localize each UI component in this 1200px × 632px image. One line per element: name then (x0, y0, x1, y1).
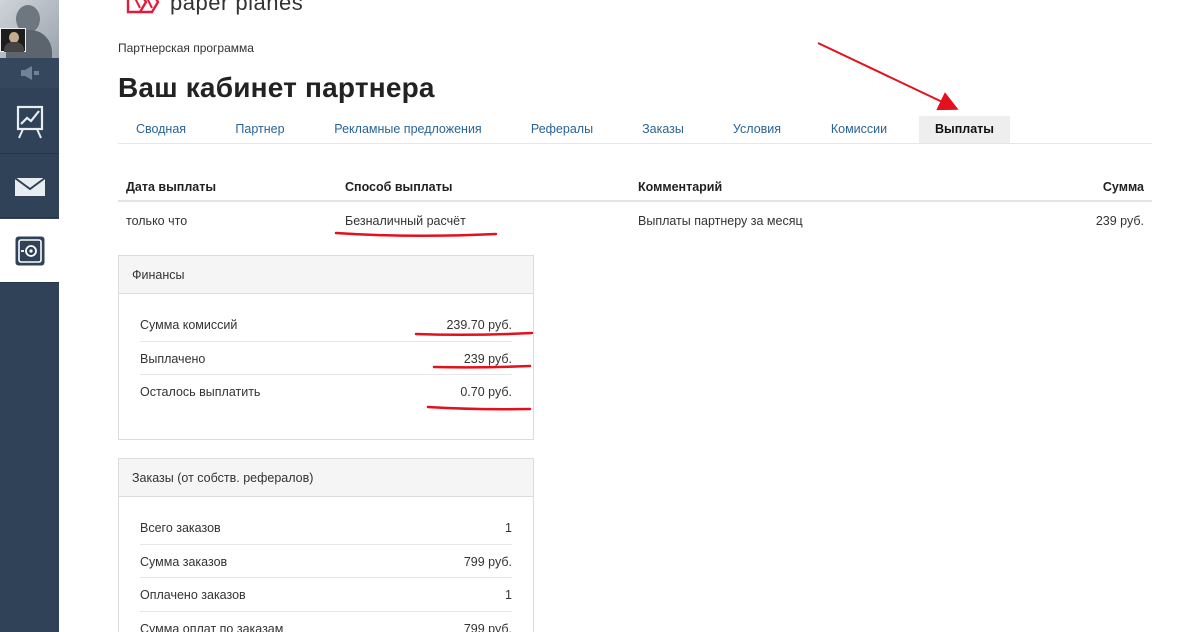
sidebar-item-mail[interactable] (0, 156, 59, 218)
list-item: Выплачено 239 руб. (140, 342, 512, 375)
orders-value: 799 руб. (463, 554, 512, 569)
header-date: Дата выплаты (126, 180, 217, 194)
list-item: Сумма оплат по заказам 799 руб. (140, 612, 512, 632)
finance-label: Осталось выплатить (140, 385, 261, 399)
sidebar-item-partner[interactable] (0, 219, 59, 283)
finance-label: Выплачено (140, 351, 206, 366)
finance-panel-title: Финансы (119, 256, 533, 294)
logo[interactable]: paper planes (126, 0, 303, 16)
table-header: Дата выплаты Способ выплаты Комментарий … (118, 172, 1152, 202)
list-item: Сумма заказов 799 руб. (140, 545, 512, 578)
header-amount: Сумма (1102, 180, 1144, 194)
tab-referrals[interactable]: Рефералы (518, 116, 606, 143)
list-item: Оплачено заказов 1 (140, 578, 512, 612)
tab-conditions[interactable]: Условия (720, 116, 794, 143)
orders-value: 799 руб. (463, 621, 512, 632)
page-title: Ваш кабинет партнера (118, 72, 435, 103)
logo-text: paper planes (170, 0, 304, 15)
avatar[interactable] (0, 0, 59, 58)
orders-label: Всего заказов (140, 521, 221, 535)
finance-value: 0.70 руб. (460, 385, 512, 399)
orders-label: Оплачено заказов (140, 588, 246, 602)
finance-panel: Финансы Сумма комиссий 239.70 руб. Выпла… (118, 255, 534, 440)
tab-orders[interactable]: Заказы (630, 116, 696, 143)
cell-method: Безналичный расчёт (345, 214, 466, 228)
tab-ad-offers[interactable]: Рекламные предложения (323, 116, 493, 143)
header-comment: Комментарий (638, 180, 723, 194)
tab-bar: Сводная Партнер Рекламные предложения Ре… (118, 116, 1152, 144)
tab-summary[interactable]: Сводная (118, 116, 204, 143)
cell-comment: Выплаты партнеру за месяц (638, 214, 803, 228)
orders-value: 1 (505, 521, 512, 535)
orders-label: Сумма заказов (140, 554, 228, 569)
finance-value: 239 руб. (463, 351, 512, 366)
paper-planes-logo-icon (126, 0, 160, 14)
mail-icon (13, 176, 46, 196)
chart-icon (16, 105, 43, 138)
header-method: Способ выплаты (345, 180, 453, 194)
table-row: только что Безналичный расчёт Выплаты па… (118, 202, 1152, 236)
orders-value: 1 (505, 588, 512, 602)
orders-label: Сумма оплат по заказам (140, 621, 284, 632)
payments-table: Дата выплаты Способ выплаты Комментарий … (118, 172, 1152, 236)
tab-payouts[interactable]: Выплаты (919, 116, 1010, 143)
finance-value: 239.70 руб. (446, 318, 512, 332)
tab-partner[interactable]: Партнер (220, 116, 300, 143)
tab-commissions[interactable]: Комиссии (818, 116, 900, 143)
orders-panel-title: Заказы (от собств. рефералов) (119, 459, 533, 497)
finance-label: Сумма комиссий (140, 318, 238, 332)
list-item: Сумма комиссий 239.70 руб. (140, 308, 512, 342)
list-item: Осталось выплатить 0.70 руб. (140, 375, 512, 409)
safe-icon (15, 236, 44, 265)
orders-panel: Заказы (от собств. рефералов) Всего зака… (118, 458, 534, 632)
cell-amount: 239 руб. (1095, 214, 1144, 228)
breadcrumb[interactable]: Партнерская программа (118, 41, 254, 55)
sidebar (0, 0, 59, 632)
red-arrow (817, 42, 959, 111)
sidebar-item-statistics[interactable] (0, 90, 59, 154)
list-item: Всего заказов 1 (140, 511, 512, 545)
speaker-icon[interactable] (0, 58, 59, 88)
cell-date: только что (126, 214, 188, 228)
